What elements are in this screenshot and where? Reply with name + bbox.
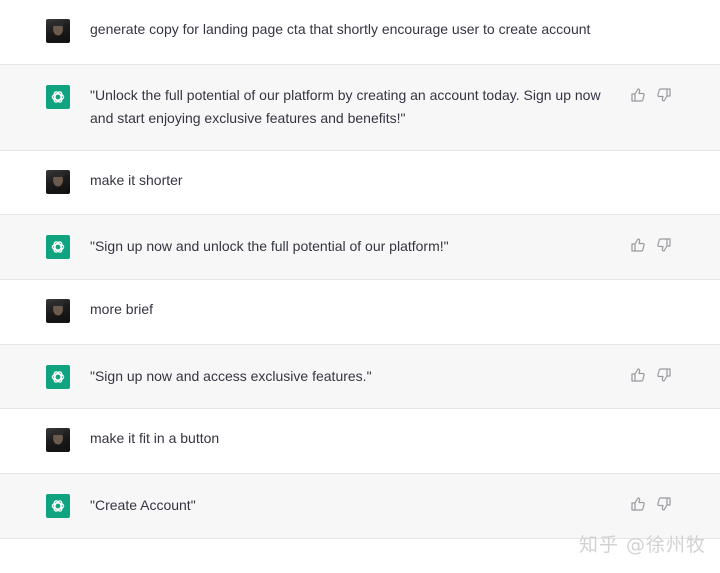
thumbs-down-icon[interactable] (656, 237, 672, 253)
user-message: more brief (0, 280, 720, 345)
message-text: generate copy for landing page cta that … (90, 21, 591, 37)
message-text: "Sign up now and access exclusive featur… (90, 368, 372, 384)
user-message: make it fit in a button (0, 409, 720, 474)
thumbs-down-icon[interactable] (656, 367, 672, 383)
thumbs-down-icon[interactable] (656, 87, 672, 103)
message-text: more brief (90, 301, 154, 317)
message-text: make it fit in a button (90, 430, 220, 446)
openai-logo-icon (46, 494, 70, 518)
watermark: 知乎 @徐州牧 (578, 534, 706, 556)
assistant-message: "Sign up now and access exclusive featur… (0, 345, 720, 409)
user-message: generate copy for landing page cta that … (0, 0, 720, 65)
thumbs-down-icon[interactable] (656, 496, 672, 512)
message-text: "Unlock the full potential of our platfo… (90, 87, 601, 126)
user-avatar (46, 170, 70, 194)
user-message: make it shorter (0, 151, 720, 215)
feedback-actions (630, 237, 672, 253)
feedback-actions (630, 367, 672, 383)
user-avatar (46, 299, 70, 323)
message-text: make it shorter (90, 172, 183, 188)
thumbs-up-icon[interactable] (630, 496, 646, 512)
assistant-message: "Unlock the full potential of our platfo… (0, 65, 720, 151)
assistant-message: "Sign up now and unlock the full potenti… (0, 215, 720, 280)
chat-thread: generate copy for landing page cta that … (0, 0, 720, 573)
user-avatar (46, 19, 70, 43)
user-avatar (46, 428, 70, 452)
openai-logo-icon (46, 365, 70, 389)
openai-logo-icon (46, 235, 70, 259)
openai-logo-icon (46, 85, 70, 109)
thumbs-up-icon[interactable] (630, 237, 646, 253)
message-text: "Sign up now and unlock the full potenti… (90, 238, 449, 254)
feedback-actions (630, 87, 672, 103)
message-text: "Create Account" (90, 497, 196, 513)
thumbs-up-icon[interactable] (630, 87, 646, 103)
feedback-actions (630, 496, 672, 512)
thumbs-up-icon[interactable] (630, 367, 646, 383)
